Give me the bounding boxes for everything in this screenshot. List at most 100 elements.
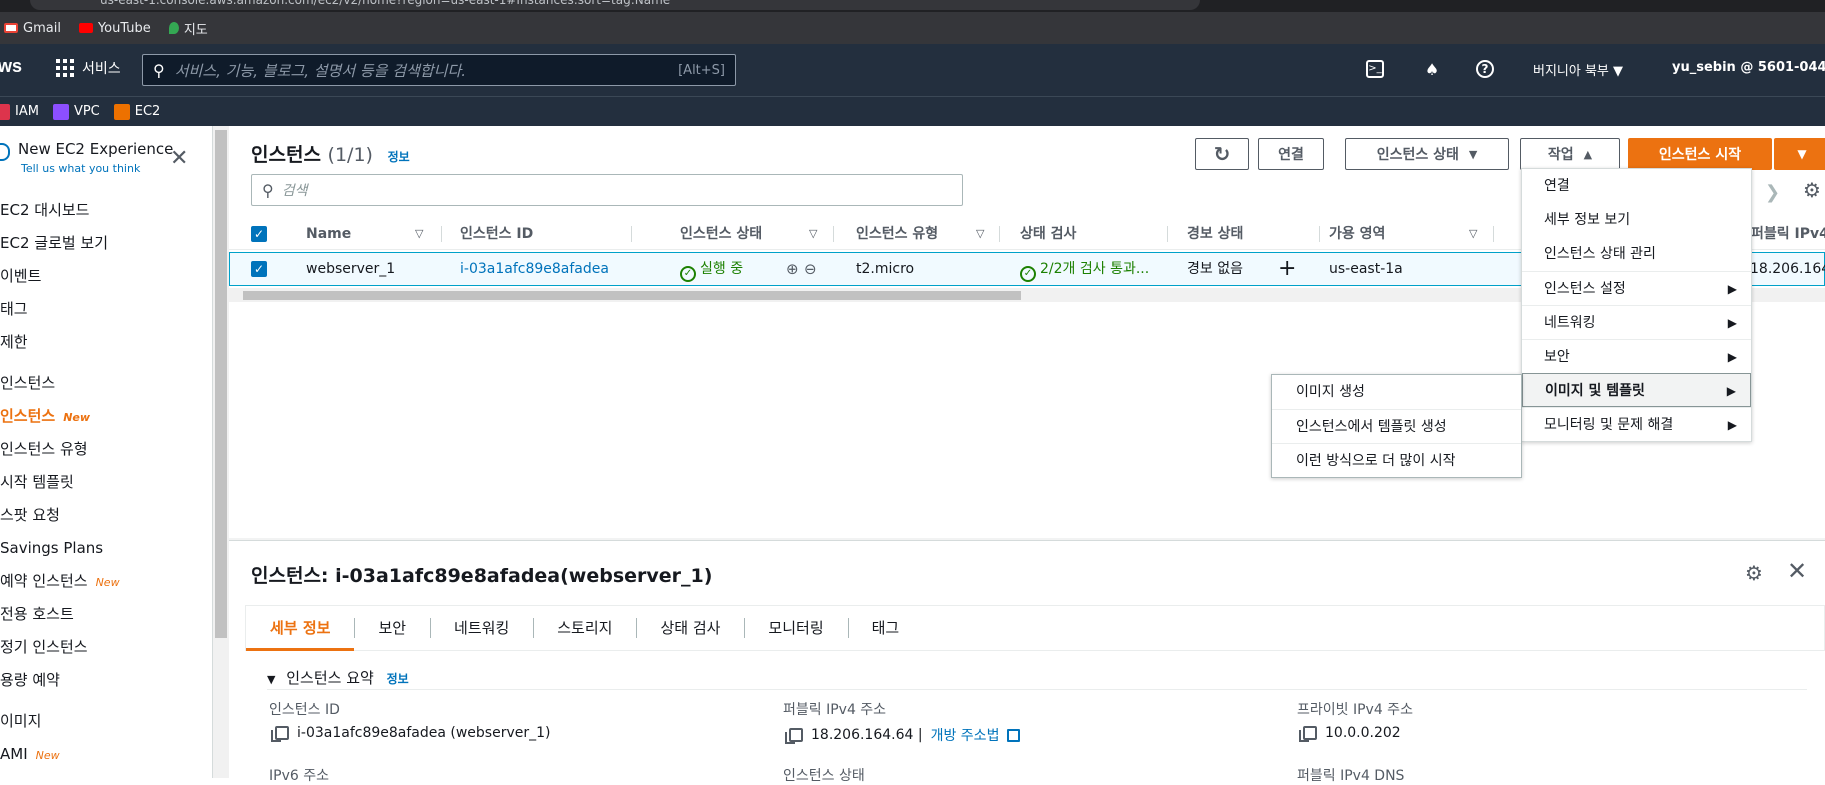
next-page-icon[interactable]: ❯ (1765, 182, 1780, 203)
sort-icon[interactable]: ▽ (1469, 218, 1477, 250)
sidebar-item[interactable]: 정기 인스턴스 (0, 631, 212, 664)
select-all-checkbox[interactable]: ✓ (251, 226, 267, 242)
refresh-button[interactable]: ↻ (1195, 138, 1249, 170)
vpc-icon (52, 103, 69, 120)
launch-instances-button[interactable]: 인스턴스 시작 (1628, 138, 1772, 170)
row-checkbox[interactable]: ✓ (251, 261, 267, 277)
field-public-ipv4: 퍼블릭 IPv4 주소 18.206.164.64 | 개방 주소법 (783, 699, 1021, 745)
sidebar-item[interactable]: 제한 (0, 326, 212, 359)
actions-menu-item[interactable]: 세부 정보 보기 (1522, 203, 1751, 237)
column-header-public-ipv4[interactable]: 퍼블릭 IPv4 (1751, 218, 1825, 250)
actions-menu-item[interactable]: 모니터링 및 문제 해결 ▶ (1522, 407, 1751, 441)
sidebar-section-header[interactable]: 인스턴스 (0, 367, 212, 400)
aws-logo[interactable]: aws (0, 56, 22, 77)
tab-item[interactable]: 상태 검사 (636, 606, 744, 650)
address-bar[interactable]: us-east-1.console.aws.amazon.com/ec2/v2/… (30, 0, 1200, 10)
scrollbar-thumb[interactable] (243, 291, 1021, 300)
favorite-iam[interactable]: IAM (0, 103, 39, 120)
copy-icon[interactable] (785, 728, 803, 744)
sidebar-item[interactable]: 인스턴스 유형 (0, 433, 212, 466)
info-link[interactable]: 정보 (387, 672, 409, 686)
favorite-ec2[interactable]: EC2 (113, 103, 161, 120)
actions-menu-item[interactable]: 인스턴스 설정 ▶ (1522, 271, 1751, 305)
close-icon[interactable]: ✕ (1787, 557, 1807, 585)
actions-menu-item[interactable]: 네트워킹 ▶ (1522, 305, 1751, 339)
global-search-input[interactable]: ⚲ 서비스, 기능, 블로그, 설명서 등을 검색합니다. [Alt+S] (142, 54, 736, 86)
column-header-status-check[interactable]: 상태 검사 (1020, 218, 1076, 250)
sidebar-item[interactable]: 전용 호스트 (0, 598, 212, 631)
tab-item[interactable]: 보안 (354, 606, 430, 650)
account-menu[interactable]: yu_sebin @ 5601-0441-7 (1672, 60, 1825, 75)
sidebar-item[interactable]: 스팟 요청 (0, 499, 212, 532)
column-header-instance-state[interactable]: 인스턴스 상태 (680, 218, 762, 250)
notifications-bell-icon[interactable]: ♠ (1422, 60, 1442, 80)
connect-button[interactable]: 연결 (1258, 138, 1324, 170)
services-menu-button[interactable]: 서비스 (56, 58, 121, 78)
field-label: 프라이빗 IPv4 주소 (1297, 702, 1413, 718)
sort-icon[interactable]: ▽ (976, 218, 984, 250)
settings-gear-icon[interactable]: ⚙ (1745, 561, 1763, 585)
bookmark-maps[interactable]: 지도 (168, 19, 208, 38)
tab-item[interactable]: 세부 정보 (246, 606, 355, 651)
sidebar-section-header[interactable]: 이미지 (0, 705, 212, 738)
column-header-availability-zone[interactable]: 가용 영역 (1329, 218, 1385, 250)
sidebar-item[interactable]: EC2 글로벌 보기 (0, 227, 212, 260)
column-header-alarm-status[interactable]: 경보 상태 (1187, 218, 1243, 250)
favorite-label: EC2 (134, 104, 161, 119)
sidebar-item[interactable]: 태그 (0, 293, 212, 326)
new-experience-toggle[interactable]: New EC2 Experience Tell us what you thin… (0, 140, 173, 175)
actions-menu-item[interactable]: 연결 (1522, 169, 1751, 203)
column-divider (1493, 226, 1494, 242)
sidebar-item[interactable]: 이벤트 (0, 260, 212, 293)
add-alarm-icon[interactable]: + (1278, 253, 1296, 285)
sidebar-item[interactable]: 예약 인스턴스 New (0, 565, 212, 598)
copy-icon[interactable] (1299, 726, 1317, 742)
column-divider (441, 226, 442, 242)
copy-icon[interactable] (271, 726, 289, 742)
tab-item[interactable]: 모니터링 (744, 606, 847, 650)
column-header-instance-type[interactable]: 인스턴스 유형 (856, 218, 938, 250)
zoom-out-icon[interactable]: ⊖ (804, 253, 817, 285)
instance-summary-header[interactable]: ▼ 인스턴스 요약 정보 (267, 667, 409, 688)
new-experience-feedback-link[interactable]: Tell us what you think (0, 162, 173, 175)
submenu-item[interactable]: 이미지 생성 (1272, 375, 1521, 409)
sidebar-item[interactable]: 용량 예약 (0, 664, 212, 697)
bookmark-youtube[interactable]: YouTube (78, 21, 151, 36)
region-selector[interactable]: 버지니아 북부 ▼ (1533, 60, 1623, 79)
sidebar-item[interactable]: Savings Plans (0, 532, 212, 565)
actions-menu-item[interactable]: 인스턴스 상태 관리 (1522, 237, 1751, 271)
column-header-instance-id[interactable]: 인스턴스 ID (460, 218, 533, 250)
sidebar-item[interactable]: 인스턴스 New (0, 400, 212, 433)
help-icon[interactable]: ? (1476, 60, 1494, 78)
settings-gear-icon[interactable]: ⚙ (1803, 178, 1821, 202)
cell-instance-id-link[interactable]: i-03a1afc89e8afadea (460, 253, 609, 285)
scrollbar-thumb[interactable] (215, 130, 227, 638)
actions-button[interactable]: 작업 ▲ (1520, 138, 1620, 170)
submenu-item[interactable]: 인스턴스에서 템플릿 생성 (1272, 409, 1521, 443)
cloudshell-icon[interactable]: >_ (1366, 60, 1384, 78)
tab-item[interactable]: 태그 (847, 606, 924, 650)
ec2-sidebar: New EC2 Experience Tell us what you thin… (0, 126, 213, 778)
zoom-in-icon[interactable]: ⊕ (786, 253, 799, 285)
instance-state-button[interactable]: 인스턴스 상태 ▼ (1345, 138, 1509, 170)
info-link[interactable]: 정보 (388, 150, 410, 164)
launch-dropdown-button[interactable]: ▼ (1774, 138, 1825, 170)
favorite-vpc[interactable]: VPC (52, 103, 100, 120)
tab-item[interactable]: 네트워킹 (430, 606, 533, 650)
sort-icon[interactable]: ▽ (415, 218, 423, 250)
actions-menu-item[interactable]: 보안 ▶ (1522, 339, 1751, 373)
sort-icon[interactable]: ▽ (809, 218, 817, 250)
submenu-item[interactable]: 이런 방식으로 더 많이 시작 (1272, 443, 1521, 477)
tab-item[interactable]: 스토리지 (533, 606, 636, 650)
bookmark-gmail[interactable]: Gmail (4, 21, 61, 36)
external-link-icon[interactable] (1007, 728, 1021, 742)
sidebar-item[interactable]: 시작 템플릿 (0, 466, 212, 499)
open-address-link[interactable]: 개방 주소법 (931, 725, 1000, 745)
sidebar-item[interactable]: AMI New (0, 738, 212, 771)
actions-menu-item[interactable]: 이미지 및 템플릿 ▶ (1522, 373, 1751, 407)
column-header-name[interactable]: Name (306, 218, 351, 250)
close-icon[interactable]: ✕ (170, 146, 188, 171)
sidebar-item[interactable]: EC2 대시보드 (0, 194, 212, 227)
instance-filter-input[interactable]: ⚲ 검색 (251, 174, 963, 206)
sidebar-scrollbar[interactable] (213, 126, 229, 778)
